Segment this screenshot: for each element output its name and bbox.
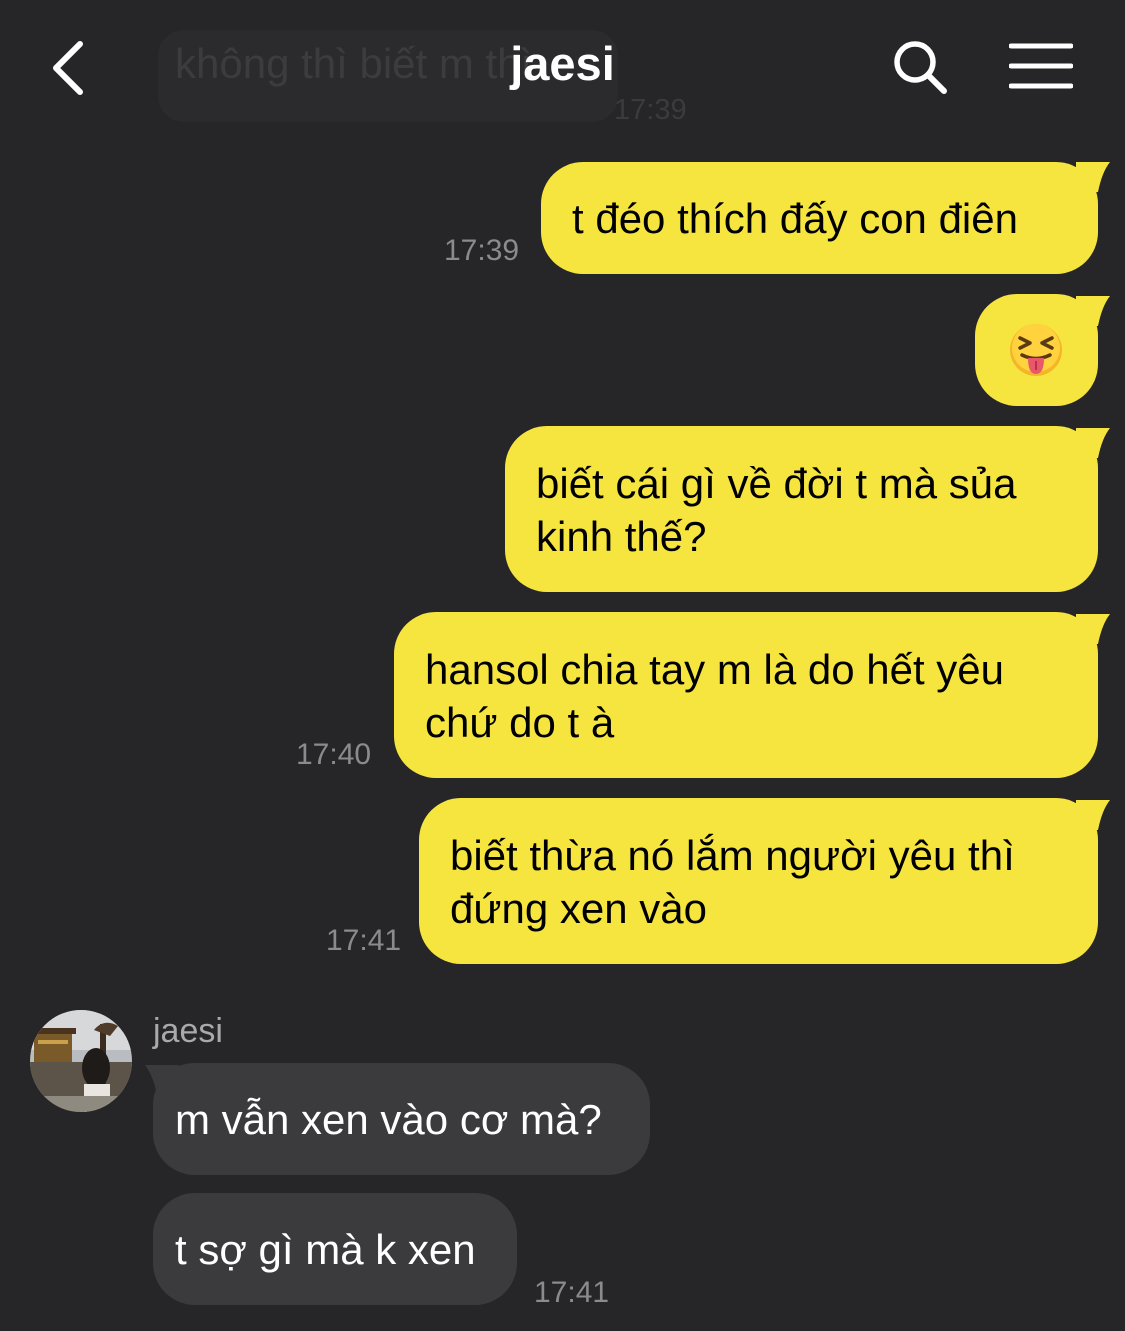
menu-button[interactable]	[1004, 36, 1078, 96]
bubble-tail	[1076, 162, 1110, 192]
scrolled-message-time: 17:39	[614, 94, 687, 126]
my-message-bubble[interactable]: hansol chia tay m là do hết yêu chứ do t…	[394, 612, 1098, 778]
chat-screen: không thì biết m thì 17:39 jaesi t đéo t…	[0, 0, 1125, 1331]
message-time: 17:39	[444, 234, 520, 267]
message-line: chứ do t à	[425, 699, 615, 746]
chat-title: jaesi	[510, 37, 615, 90]
my-message-bubble[interactable]: biết thừa nó lắm người yêu thì đứng xen …	[419, 798, 1098, 964]
message-line: t sợ gì mà k xen	[175, 1226, 476, 1273]
message-line: biết cái gì về đời t mà sủa	[536, 460, 1017, 507]
profile-photo	[30, 1010, 132, 1112]
sender-name: jaesi	[153, 1012, 223, 1050]
bubble-tail	[1076, 296, 1110, 326]
their-message-bubble[interactable]: t sợ gì mà k xen	[153, 1193, 517, 1305]
message-line: biết thừa nó lắm người yêu thì	[450, 832, 1015, 879]
message-line: hansol chia tay m là do hết yêu	[425, 646, 1005, 693]
bubble-tail	[1076, 800, 1110, 830]
my-message-bubble[interactable]: t đéo thích đấy con điên	[541, 162, 1098, 274]
message-line: t đéo thích đấy con điên	[572, 195, 1018, 242]
chat-header: không thì biết m thì 17:39 jaesi	[0, 0, 1125, 135]
avatar[interactable]	[30, 1010, 132, 1112]
search-icon	[894, 41, 947, 94]
message-time: 17:41	[326, 924, 402, 957]
their-message-bubble[interactable]: m vẫn xen vào cơ mà?	[153, 1063, 650, 1175]
message-time: 17:41	[534, 1276, 610, 1309]
message-line: m vẫn xen vào cơ mà?	[175, 1096, 602, 1143]
my-message-bubble[interactable]: biết cái gì về đời t mà sủa kinh thế?	[505, 426, 1098, 592]
bubble-tail	[1076, 614, 1110, 644]
message-line: kinh thế?	[536, 513, 707, 560]
message-line: đứng xen vào	[450, 885, 707, 932]
message-time: 17:40	[296, 738, 372, 771]
search-button[interactable]	[886, 33, 954, 101]
squinting-face-with-tongue-icon	[1010, 324, 1062, 376]
hamburger-menu-icon	[1009, 43, 1073, 89]
bubble-tail	[1076, 428, 1110, 458]
bubble-tail	[145, 1065, 179, 1095]
